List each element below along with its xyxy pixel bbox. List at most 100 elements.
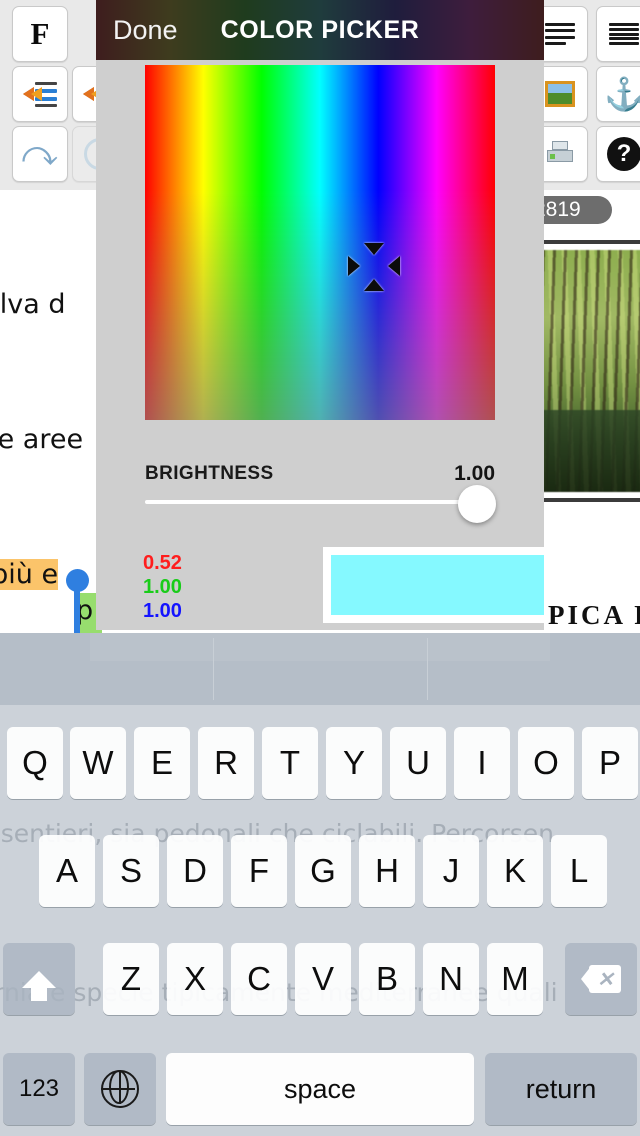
hue-saturation-field[interactable] <box>145 65 495 420</box>
red-value: 0.52 <box>143 552 182 574</box>
color-preview-swatch <box>331 555 544 615</box>
undo-button[interactable]: ⤺ <box>12 126 68 182</box>
suggestion-slot-3[interactable] <box>428 633 640 705</box>
key-J[interactable]: J <box>423 835 479 907</box>
document-line-text: elle aree <box>0 424 84 455</box>
key-Q[interactable]: Q <box>7 727 63 799</box>
document-line-text: Selva d <box>0 289 66 320</box>
brightness-slider-knob[interactable] <box>458 485 496 523</box>
cursor-triangle-up-icon <box>364 279 384 291</box>
align-list-icon <box>545 23 575 45</box>
key-A[interactable]: A <box>39 835 95 907</box>
brightness-value: 1.00 <box>454 462 495 485</box>
return-key[interactable]: return <box>485 1053 637 1125</box>
key-E[interactable]: E <box>134 727 190 799</box>
key-label: J <box>442 852 460 889</box>
key-B[interactable]: B <box>359 943 415 1015</box>
key-R[interactable]: R <box>198 727 254 799</box>
key-label: O <box>533 744 559 781</box>
keyboard-suggestion-bar <box>0 633 640 705</box>
key-label: R <box>214 744 238 781</box>
color-cursor[interactable] <box>348 243 400 291</box>
key-label: P <box>598 744 621 781</box>
key-label: D <box>183 852 207 889</box>
key-U[interactable]: U <box>390 727 446 799</box>
key-V[interactable]: V <box>295 943 351 1015</box>
undo-icon: ⤺ <box>21 135 59 173</box>
cursor-triangle-right-icon <box>348 256 360 276</box>
key-W[interactable]: W <box>70 727 126 799</box>
key-label: 123 <box>18 1075 60 1102</box>
key-K[interactable]: K <box>487 835 543 907</box>
key-L[interactable]: L <box>551 835 607 907</box>
help-button[interactable]: ? <box>596 126 640 182</box>
key-T[interactable]: T <box>262 727 318 799</box>
brightness-slider-track[interactable] <box>145 500 495 504</box>
globe-icon <box>101 1070 139 1108</box>
done-button[interactable]: Done <box>113 0 178 60</box>
ghost-line: getali appartenenti a realtà climatiche … <box>0 1125 640 1136</box>
key-Z[interactable]: Z <box>103 943 159 1015</box>
key-D[interactable]: D <box>167 835 223 907</box>
cursor-triangle-down-icon <box>364 243 384 255</box>
paragraph-indent-icon <box>23 81 57 107</box>
key-Y[interactable]: Y <box>326 727 382 799</box>
key-label: U <box>406 744 430 781</box>
key-label: N <box>439 960 463 997</box>
bold-font-button[interactable]: F <box>12 6 68 62</box>
brightness-shade-overlay <box>145 65 495 420</box>
delete-key[interactable]: ✕ <box>565 943 637 1015</box>
right-toolbar: ⚓ ? <box>532 0 640 190</box>
key-P[interactable]: P <box>582 727 638 799</box>
photo-water-area <box>542 409 640 492</box>
forest-photo <box>542 250 640 492</box>
key-label: A <box>55 852 78 889</box>
key-label: W <box>82 744 114 781</box>
key-label: return <box>525 1073 597 1104</box>
key-X[interactable]: X <box>167 943 223 1015</box>
document-figure[interactable] <box>540 240 640 502</box>
figure-rule-top <box>540 240 640 244</box>
blue-value: 1.00 <box>143 600 182 622</box>
cursor-triangle-left-icon <box>388 256 400 276</box>
space-key[interactable]: space <box>166 1053 474 1125</box>
green-value: 1.00 <box>143 576 182 598</box>
color-preview-frame <box>323 547 544 623</box>
key-C[interactable]: C <box>231 943 287 1015</box>
key-label: K <box>503 852 526 889</box>
key-label: M <box>501 960 529 997</box>
numbers-key[interactable]: 123 <box>3 1053 75 1125</box>
rgb-readout: 0.52 1.00 1.00 <box>143 551 233 623</box>
selection-handle-knob[interactable] <box>66 569 89 592</box>
onscreen-keyboard: di sentieri, sia pedonali che ciclabili.… <box>0 705 640 1136</box>
key-H[interactable]: H <box>359 835 415 907</box>
suggestion-slot-2[interactable] <box>214 633 427 705</box>
anchor-button[interactable]: ⚓ <box>596 66 640 122</box>
key-S[interactable]: S <box>103 835 159 907</box>
key-label: T <box>279 744 301 781</box>
key-G[interactable]: G <box>295 835 351 907</box>
key-M[interactable]: M <box>487 943 543 1015</box>
left-toolbar: F ⤺ <box>0 0 128 190</box>
document-line-text-highlighted: a più e <box>0 559 59 590</box>
delete-icon: ✕ <box>581 965 621 993</box>
selection-handle-bar[interactable] <box>74 585 80 633</box>
globe-key[interactable] <box>84 1053 156 1125</box>
key-N[interactable]: N <box>423 943 479 1015</box>
shift-key[interactable] <box>3 943 75 1015</box>
key-O[interactable]: O <box>518 727 574 799</box>
app-root: F ⤺ ⚓ ? lva d e aree iù e p 2819 PICA CO… <box>0 0 640 1136</box>
shift-arrow-icon <box>22 970 56 1001</box>
help-icon: ? <box>607 137 640 171</box>
key-label: X <box>183 960 206 997</box>
key-I[interactable]: I <box>454 727 510 799</box>
key-label: L <box>569 852 589 889</box>
key-label: F <box>248 852 270 889</box>
key-label: E <box>150 744 173 781</box>
paragraph-lines-button[interactable] <box>596 6 640 62</box>
key-F[interactable]: F <box>231 835 287 907</box>
paragraph-indent-button[interactable] <box>12 66 68 122</box>
suggestion-slot-1[interactable] <box>0 633 213 705</box>
key-label: S <box>119 852 142 889</box>
key-label: I <box>477 744 487 781</box>
